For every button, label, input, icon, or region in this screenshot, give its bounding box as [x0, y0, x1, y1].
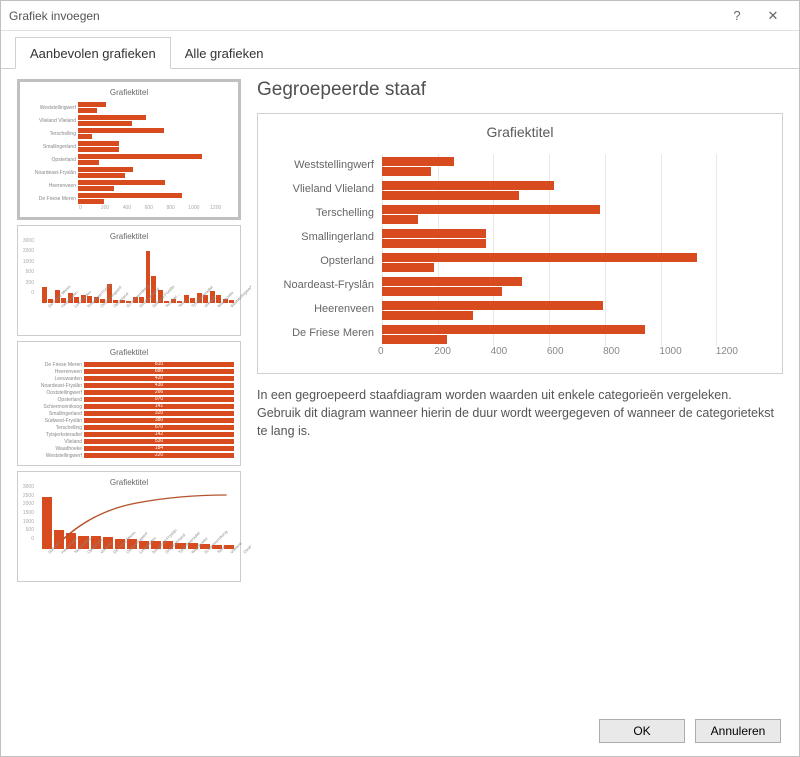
chart-plot-area: WeststellingwerfVlieland VlielandTersche… [268, 154, 772, 346]
chart-description: In een gegroepeerd staafdiagram worden w… [257, 386, 783, 440]
close-icon[interactable]: ✕ [755, 2, 791, 30]
chart-preview[interactable]: Grafiektitel WeststellingwerfVlieland Vl… [257, 113, 783, 374]
thumb-title: Grafiektitel [24, 478, 234, 487]
chart-preview-pane: Gegroepeerde staaf Grafiektitel Weststel… [251, 79, 783, 706]
help-icon[interactable]: ? [719, 2, 755, 30]
window-title: Grafiek invoegen [9, 9, 719, 23]
thumb-title: Grafiektitel [26, 88, 232, 97]
dialog-body: Grafiektitel WeststellingwerfVlieland Vl… [1, 69, 799, 706]
tab-all-charts[interactable]: Alle grafieken [171, 38, 278, 68]
chart-type-name: Gegroepeerde staaf [257, 79, 783, 101]
chart-thumbnails: Grafiektitel WeststellingwerfVlieland Vl… [17, 79, 251, 706]
chart-thumb-3[interactable]: Grafiektitel De Friese Meren810Heerenvee… [17, 341, 241, 466]
dialog-footer: OK Annuleren [1, 706, 799, 756]
chart-title: Grafiektitel [268, 124, 772, 140]
thumb-title: Grafiektitel [24, 348, 234, 357]
chart-thumb-1[interactable]: Grafiektitel WeststellingwerfVlieland Vl… [17, 79, 241, 220]
cancel-button[interactable]: Annuleren [695, 719, 781, 743]
tabs: Aanbevolen grafieken Alle grafieken [1, 31, 799, 69]
thumb-title: Grafiektitel [24, 232, 234, 241]
chart-thumb-4[interactable]: Grafiektitel 300025002000150010005000 Sú… [17, 471, 241, 582]
titlebar: Grafiek invoegen ? ✕ [1, 1, 799, 31]
ok-button[interactable]: OK [599, 719, 685, 743]
tab-recommended-charts[interactable]: Aanbevolen grafieken [15, 37, 171, 69]
chart-thumb-2[interactable]: Grafiektitel 3000200010005002000 De Frie… [17, 225, 241, 336]
chart-x-axis: 020040060080010001200 [382, 346, 772, 357]
insert-chart-dialog: Grafiek invoegen ? ✕ Aanbevolen grafieke… [0, 0, 800, 757]
